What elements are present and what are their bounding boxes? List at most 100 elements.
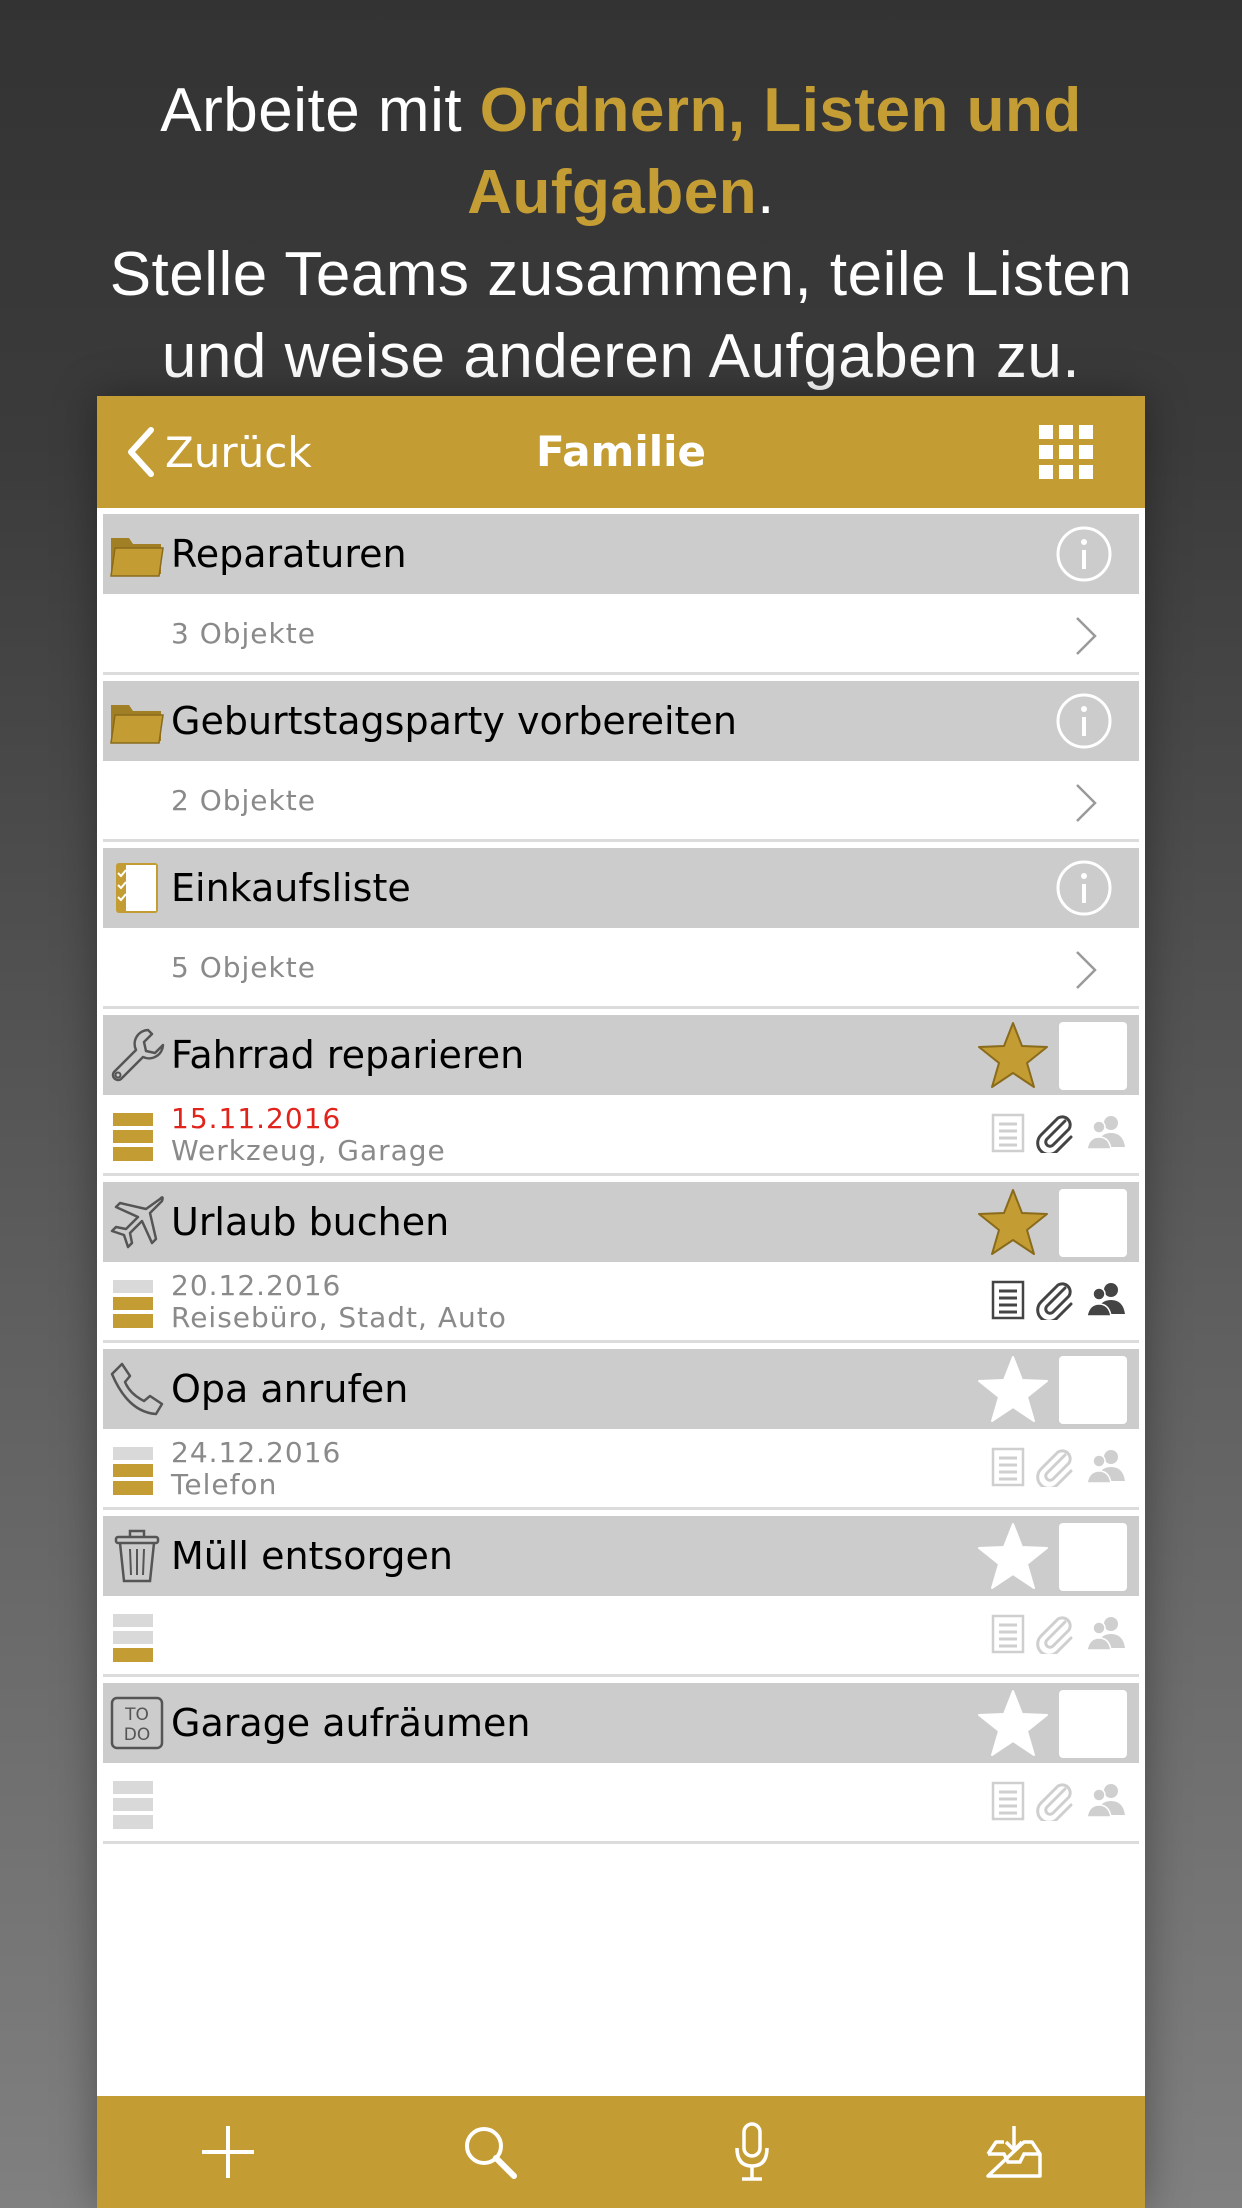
inbox-download-icon: [986, 2126, 1042, 2178]
headline-text: Arbeite mit: [160, 76, 480, 145]
checklist-icon: [103, 848, 171, 928]
priority-icon[interactable]: [113, 1447, 153, 1499]
info-icon[interactable]: [1055, 692, 1113, 754]
add-icon: [202, 2126, 254, 2178]
phone-icon: [103, 1349, 171, 1429]
object-count: 3 Objekte: [171, 616, 316, 650]
note-icon[interactable]: [991, 1447, 1025, 1491]
task-row[interactable]: Opa anrufen 24.12.2016 Telefon: [103, 1349, 1139, 1510]
navigation-bar: Zurück Familie: [97, 396, 1145, 508]
priority-icon[interactable]: [113, 1614, 153, 1666]
trash-icon: [103, 1516, 171, 1596]
search-button[interactable]: [450, 2112, 530, 2192]
grid-icon[interactable]: [1039, 425, 1093, 483]
folder-header[interactable]: Geburtstagsparty vorbereiten: [103, 681, 1139, 761]
item-list: Reparaturen 3 Objekte Geburtstagsparty vor…: [97, 514, 1145, 1844]
priority-icon[interactable]: [113, 1113, 153, 1165]
note-icon[interactable]: [991, 1781, 1025, 1825]
app-screen: Zurück Familie Reparaturen 3 Objekte Gebur…: [97, 396, 1145, 2208]
headline-line-3: und weise anderen Aufgaben zu.: [161, 322, 1081, 391]
attachment-icon[interactable]: [1035, 1113, 1075, 1157]
airplane-icon: [103, 1182, 171, 1262]
folder-title: Einkaufsliste: [171, 866, 411, 910]
folder-row[interactable]: Reparaturen 3 Objekte: [103, 514, 1139, 675]
chevron-right-icon: [1073, 616, 1099, 660]
folder-title: Reparaturen: [171, 532, 407, 576]
shared-users-icon[interactable]: [1085, 1280, 1127, 1324]
chevron-right-icon: [1073, 950, 1099, 994]
wrench-icon: [103, 1015, 171, 1095]
add-button[interactable]: [188, 2112, 268, 2192]
star-icon[interactable]: [977, 1689, 1049, 1761]
task-detail[interactable]: 24.12.2016 Telefon: [103, 1429, 1139, 1507]
due-date: 24.12.2016: [171, 1436, 342, 1469]
note-icon[interactable]: [991, 1280, 1025, 1324]
info-icon[interactable]: [1055, 525, 1113, 587]
folder-header[interactable]: Einkaufsliste: [103, 848, 1139, 928]
folder-detail[interactable]: 5 Objekte: [103, 928, 1139, 1006]
promo-headline: Arbeite mit Ordnern, Listen und Aufgaben…: [0, 70, 1242, 398]
todo-icon: TO DO: [103, 1683, 171, 1763]
attachment-icon[interactable]: [1035, 1614, 1075, 1658]
task-row[interactable]: Müll entsorgen: [103, 1516, 1139, 1677]
task-header[interactable]: Fahrrad reparieren: [103, 1015, 1139, 1095]
star-icon[interactable]: [977, 1522, 1049, 1594]
attachment-icon[interactable]: [1035, 1280, 1075, 1324]
shared-users-icon[interactable]: [1085, 1447, 1127, 1491]
folder-detail[interactable]: 2 Objekte: [103, 761, 1139, 839]
star-icon[interactable]: [977, 1355, 1049, 1427]
note-icon[interactable]: [991, 1113, 1025, 1157]
attachment-icon[interactable]: [1035, 1781, 1075, 1825]
page-title: Familie: [535, 427, 706, 476]
task-detail[interactable]: [103, 1763, 1139, 1841]
task-row[interactable]: Urlaub buchen 20.12.2016 Reisebüro, Stadt,…: [103, 1182, 1139, 1343]
info-icon[interactable]: [1055, 859, 1113, 921]
task-checkbox[interactable]: [1059, 1356, 1127, 1424]
folder-icon: [103, 514, 171, 594]
folder-row[interactable]: Einkaufsliste 5 Objekte: [103, 848, 1139, 1009]
headline-period: .: [757, 158, 775, 227]
task-row[interactable]: TO DO Garage aufräumen: [103, 1683, 1139, 1844]
task-checkbox[interactable]: [1059, 1690, 1127, 1758]
shared-users-icon[interactable]: [1085, 1113, 1127, 1157]
folder-row[interactable]: Geburtstagsparty vorbereiten 2 Objekte: [103, 681, 1139, 842]
bottom-toolbar: [97, 2096, 1145, 2208]
object-count: 5 Objekte: [171, 950, 316, 984]
priority-icon[interactable]: [113, 1280, 153, 1332]
task-checkbox[interactable]: [1059, 1189, 1127, 1257]
star-icon[interactable]: [977, 1188, 1049, 1260]
object-count: 2 Objekte: [171, 783, 316, 817]
inbox-button[interactable]: [974, 2112, 1054, 2192]
svg-text:TO: TO: [124, 1705, 149, 1725]
task-header[interactable]: Opa anrufen: [103, 1349, 1139, 1429]
priority-icon[interactable]: [113, 1781, 153, 1833]
headline-line-2: Stelle Teams zusammen, teile Listen: [109, 240, 1133, 309]
task-detail[interactable]: [103, 1596, 1139, 1674]
task-header[interactable]: Urlaub buchen: [103, 1182, 1139, 1262]
task-checkbox[interactable]: [1059, 1523, 1127, 1591]
task-row[interactable]: Fahrrad reparieren 15.11.2016 Werkzeug, Ga…: [103, 1015, 1139, 1176]
task-tags: Telefon: [171, 1468, 278, 1501]
folder-detail[interactable]: 3 Objekte: [103, 594, 1139, 672]
task-detail[interactable]: 15.11.2016 Werkzeug, Garage: [103, 1095, 1139, 1173]
task-header[interactable]: TO DO Garage aufräumen: [103, 1683, 1139, 1763]
task-detail[interactable]: 20.12.2016 Reisebüro, Stadt, Auto: [103, 1262, 1139, 1340]
note-icon[interactable]: [991, 1614, 1025, 1658]
due-date: 15.11.2016: [171, 1102, 342, 1135]
chevron-right-icon: [1073, 783, 1099, 827]
shared-users-icon[interactable]: [1085, 1614, 1127, 1658]
attachment-icon[interactable]: [1035, 1447, 1075, 1491]
search-icon: [465, 2127, 517, 2179]
microphone-icon: [735, 2122, 769, 2181]
due-date: 20.12.2016: [171, 1269, 342, 1302]
folder-icon: [103, 681, 171, 761]
task-tags: Reisebüro, Stadt, Auto: [171, 1301, 507, 1334]
folder-header[interactable]: Reparaturen: [103, 514, 1139, 594]
voice-input-button[interactable]: [712, 2112, 792, 2192]
shared-users-icon[interactable]: [1085, 1781, 1127, 1825]
task-checkbox[interactable]: [1059, 1022, 1127, 1090]
star-icon[interactable]: [977, 1021, 1049, 1093]
task-tags: Werkzeug, Garage: [171, 1134, 446, 1167]
task-header[interactable]: Müll entsorgen: [103, 1516, 1139, 1596]
folder-title: Geburtstagsparty vorbereiten: [171, 699, 737, 743]
